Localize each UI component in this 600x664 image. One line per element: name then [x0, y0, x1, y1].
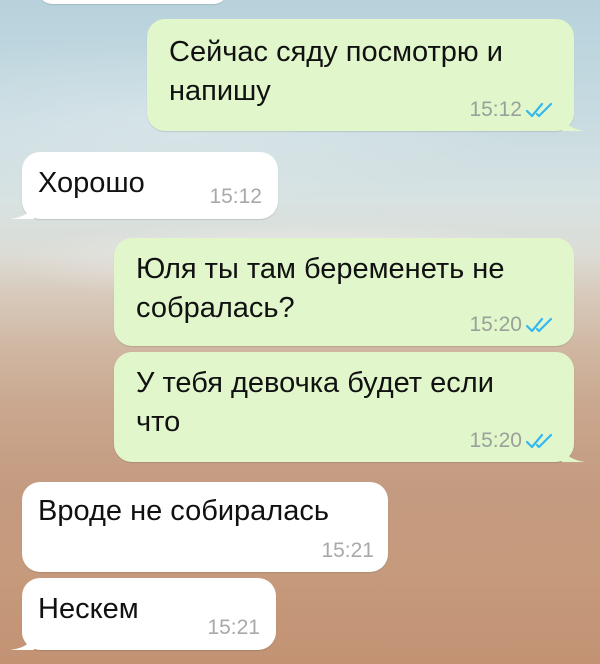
message-time: 15:20: [469, 429, 522, 452]
bubble-tail: [562, 113, 586, 131]
read-double-check-icon: [526, 317, 553, 333]
bubble-tail: [10, 201, 34, 219]
bubble-tail: [10, 632, 34, 650]
message-bubble-incoming[interactable]: Хорошо 15:12: [10, 152, 278, 219]
message-time: 15:21: [207, 616, 260, 639]
message-text: Юля ты там беременеть не собралась?: [136, 253, 505, 324]
message-time: 15:20: [469, 313, 522, 336]
message-bubble-outgoing[interactable]: У тебя девочка будет если что 15:20: [114, 352, 586, 462]
message-meta: 15:21: [207, 616, 260, 640]
message-meta: 15:12: [469, 98, 556, 122]
message-meta: 15:20: [469, 429, 556, 453]
message-text: У тебя девочка будет если что: [136, 367, 494, 438]
message-text: Сейчас сяду посмотрю и напишу: [169, 36, 503, 107]
read-double-check-icon: [526, 102, 553, 118]
bubble-tail: [562, 444, 586, 462]
message-time: 15:12: [209, 185, 262, 208]
message-meta: 15:12: [209, 185, 262, 209]
message-text: Нескем: [38, 593, 139, 625]
message-meta: 15:20: [469, 313, 556, 337]
message-text: Вроде не собиралась: [38, 495, 329, 527]
message-time: 15:12: [469, 98, 522, 121]
read-double-check-icon: [526, 433, 553, 449]
message-meta: 15:21: [321, 539, 374, 563]
message-bubble-outgoing[interactable]: Сейчас сяду посмотрю и напишу 15:12: [147, 19, 586, 131]
message-bubble-incoming[interactable]: Нескем 15:21: [10, 578, 276, 650]
message-time: 15:21: [321, 539, 374, 562]
previous-message-bubble-edge: [38, 0, 228, 4]
message-text: Хорошо: [38, 167, 145, 199]
message-bubble-outgoing[interactable]: Юля ты там беременеть не собралась? 15:2…: [114, 238, 574, 346]
message-bubble-incoming[interactable]: Вроде не собиралась 15:21: [22, 482, 388, 572]
